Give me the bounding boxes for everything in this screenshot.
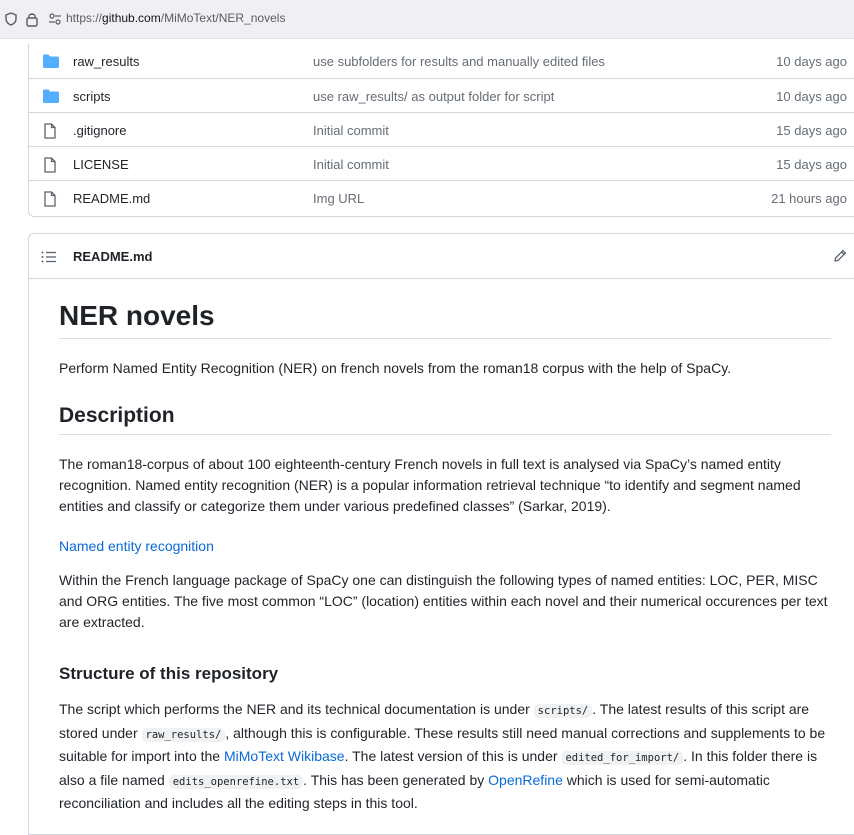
- commit-date: 15 days ago: [776, 123, 847, 138]
- file-row-raw-results[interactable]: raw_results use subfolders for results a…: [29, 44, 854, 78]
- inline-code: edited_for_import/: [561, 751, 684, 765]
- file-name[interactable]: raw_results: [73, 54, 139, 69]
- description-paragraph: The roman18-corpus of about 100 eighteen…: [59, 456, 801, 514]
- browser-address-bar: https://github.com/MiMoText/NER_novels: [0, 0, 854, 39]
- readme-panel: README.md NER novels Perform Named Entit…: [28, 233, 854, 835]
- readme-title: NER novels: [59, 298, 831, 339]
- file-icon: [43, 157, 57, 176]
- url-path: /MiMoText/NER_novels: [160, 11, 286, 25]
- folder-icon: [43, 54, 59, 71]
- commit-message[interactable]: use subfolders for results and manually …: [313, 54, 605, 69]
- commit-date: 21 hours ago: [771, 191, 847, 206]
- file-row-gitignore[interactable]: .gitignore Initial commit 15 days ago: [29, 112, 854, 147]
- file-icon: [43, 191, 57, 210]
- tracking-shield-icon[interactable]: [4, 12, 18, 31]
- openrefine-link[interactable]: OpenRefine: [488, 772, 563, 788]
- file-row-scripts[interactable]: scripts use raw_results/ as output folde…: [29, 78, 854, 113]
- permissions-icon[interactable]: [48, 12, 62, 30]
- file-name[interactable]: README.md: [73, 191, 150, 206]
- file-name[interactable]: scripts: [73, 89, 111, 104]
- structure-text: The script which performs the NER and it…: [59, 701, 534, 717]
- readme-filename[interactable]: README.md: [73, 249, 152, 264]
- url-text[interactable]: https://github.com/MiMoText/NER_novels: [66, 11, 285, 25]
- structure-heading: Structure of this repository: [59, 664, 279, 683]
- url-prefix: https://: [66, 11, 103, 25]
- commit-date: 10 days ago: [776, 89, 847, 104]
- file-row-license[interactable]: LICENSE Initial commit 15 days ago: [29, 146, 854, 181]
- ner-link-paragraph: Named entity recognition: [59, 536, 214, 556]
- commit-message[interactable]: Initial commit: [313, 157, 389, 172]
- ner-link[interactable]: Named entity recognition: [59, 538, 214, 554]
- file-list: raw_results use subfolders for results a…: [28, 44, 854, 217]
- edit-pencil-icon[interactable]: [833, 249, 847, 268]
- file-name[interactable]: .gitignore: [73, 123, 126, 138]
- folder-icon: [43, 89, 59, 106]
- file-icon: [43, 123, 57, 142]
- lock-icon[interactable]: [25, 11, 39, 32]
- structure-paragraph: The script which performs the NER and it…: [59, 699, 839, 815]
- inline-code: raw_results/: [141, 727, 226, 742]
- structure-text: . The latest version of this is under: [344, 748, 562, 764]
- inline-code: edits_openrefine.txt: [168, 774, 304, 789]
- intro-paragraph: Perform Named Entity Recognition (NER) o…: [59, 360, 732, 376]
- commit-date: 10 days ago: [776, 54, 847, 69]
- wikibase-link[interactable]: MiMoText Wikibase: [224, 748, 345, 764]
- readme-header: README.md: [29, 234, 854, 279]
- inline-code: scripts/: [533, 704, 593, 718]
- url-host: github.com: [102, 11, 161, 25]
- structure-text: . This has been generated by: [303, 771, 489, 788]
- commit-message[interactable]: Initial commit: [313, 123, 389, 138]
- commit-message[interactable]: use raw_results/ as output folder for sc…: [313, 89, 554, 104]
- outline-list-icon[interactable]: [41, 250, 57, 268]
- description-heading: Description: [59, 402, 831, 435]
- file-name[interactable]: LICENSE: [73, 157, 129, 172]
- commit-date: 15 days ago: [776, 157, 847, 172]
- commit-message[interactable]: Img URL: [313, 191, 364, 206]
- file-row-readme[interactable]: README.md Img URL 21 hours ago: [29, 180, 854, 215]
- entities-paragraph: Within the French language package of Sp…: [59, 572, 828, 630]
